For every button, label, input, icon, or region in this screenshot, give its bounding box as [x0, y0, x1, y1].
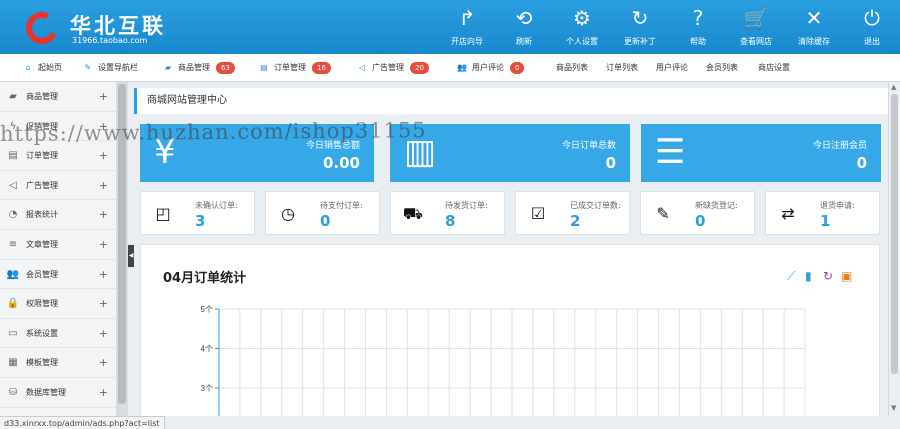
box-return-requests[interactable]: ⇄ 退货申请: 1: [765, 191, 880, 235]
sidebar-item-ads[interactable]: ◁ 广告管理 +: [0, 171, 116, 201]
checkbox-icon: ☑: [530, 204, 546, 223]
template-icon: ▦: [8, 357, 18, 369]
monitor-icon: ▭: [8, 327, 18, 339]
tool-guide-button[interactable]: ↱ 开店向导: [440, 6, 494, 47]
logo-mark-icon: [21, 7, 63, 49]
nav-user-comments[interactable]: 用户评论: [656, 54, 688, 82]
logo[interactable]: 华北互联 31966.taobao.com: [21, 7, 176, 49]
box-completed-orders[interactable]: ☑ 已成交订单数: 2: [515, 191, 630, 235]
orders-badge: 16: [312, 61, 331, 74]
page-scroll-thumb[interactable]: [891, 94, 898, 374]
expand-icon[interactable]: +: [99, 348, 108, 378]
speaker-icon: ◁: [9, 179, 17, 191]
y-tick-label: 4个: [201, 345, 213, 354]
return-icon: ⇄: [781, 204, 795, 223]
comments-badge: 0: [510, 61, 525, 74]
expand-icon[interactable]: +: [99, 378, 108, 408]
refresh-icon: ⟲: [515, 6, 533, 30]
expand-icon[interactable]: +: [99, 289, 108, 319]
nav-comments[interactable]: 👥 用户评论 0: [456, 54, 525, 82]
database-icon: ⛁: [8, 387, 18, 398]
sidebar-item-goods[interactable]: ▰ 商品管理 +: [0, 82, 116, 112]
status-url: d33.xinrxx.top/admin/ads.php?act=list: [0, 416, 165, 429]
home-icon: ⌂: [25, 63, 31, 72]
nav-home[interactable]: ⌂ 起始页: [22, 54, 62, 82]
users-icon: 👥: [6, 268, 20, 280]
goods-badge: 63: [216, 61, 235, 74]
clipboard-clock-icon: ◷: [281, 204, 295, 223]
nav-ads[interactable]: ◁ 广告管理 20: [356, 54, 429, 82]
sidebar-item-articles[interactable]: ≡ 文章管理 +: [0, 230, 116, 260]
lock-icon: 🔒: [6, 298, 20, 310]
nav-shop-setting[interactable]: 商店设置: [758, 54, 790, 82]
tool-settings-button[interactable]: ⚙ 个人设置: [555, 6, 609, 47]
nav-goods-list[interactable]: 商品列表: [556, 54, 588, 82]
sidebar-item-reports[interactable]: ◔ 报表统计 +: [0, 200, 116, 230]
nav-order-list[interactable]: 订单列表: [606, 54, 638, 82]
member-card-icon: ☰: [655, 132, 686, 172]
help-icon: ?: [692, 6, 704, 30]
update-icon: ↻: [631, 6, 649, 30]
list-icon: ≡: [8, 239, 18, 250]
clipboard-icon: ▤: [260, 63, 268, 72]
expand-icon[interactable]: +: [99, 141, 108, 171]
box-unpaid-orders[interactable]: ◷ 待支付订单: 0: [265, 191, 380, 235]
quick-nav-bar: ⌂ 起始页 ✎ 设置导航栏 ▰ 商品管理 63 ▤ 订单管理 16 ◁ 广告管理 20 👥 用户评…: [0, 54, 900, 82]
expand-icon[interactable]: +: [99, 82, 108, 112]
expand-icon[interactable]: +: [99, 171, 108, 201]
box-out-of-stock[interactable]: ✎ 新缺货登记: 0: [640, 191, 755, 235]
expand-icon[interactable]: +: [99, 260, 108, 290]
scroll-down-icon[interactable]: ▼: [891, 404, 896, 412]
sidebar-item-templates[interactable]: ▦ 模板管理 +: [0, 348, 116, 378]
nav-member-list[interactable]: 会员列表: [706, 54, 738, 82]
speaker-icon: ◁: [358, 63, 366, 72]
tool-clear-cache-button[interactable]: ✕ 清除缓存: [787, 6, 841, 47]
scroll-up-icon[interactable]: ▲: [891, 83, 896, 91]
cart-icon: 🛒: [743, 6, 769, 30]
watermark-text: https://www.huzhan.com/ishop31155: [0, 118, 427, 146]
expand-icon[interactable]: +: [99, 230, 108, 260]
order-chart-panel: 04月订单统计 ⟋ ▮ ↻ ▣ 5个4个3个2个: [140, 244, 880, 416]
tool-help-button[interactable]: ? 帮助: [671, 6, 725, 47]
tool-update-button[interactable]: ↻ 更新补丁: [613, 6, 667, 47]
page-title: 商城网站管理中心: [134, 88, 890, 114]
y-tick-label: 3个: [201, 384, 213, 393]
page-scrollbar[interactable]: ▲ ▼: [888, 82, 900, 416]
users-icon: 👥: [457, 63, 467, 72]
stat-today-members: ☰ 今日注册会员 0: [641, 124, 881, 182]
sidebar-item-members[interactable]: 👥 会员管理 +: [0, 260, 116, 290]
folder-icon: ▰: [9, 91, 17, 102]
logo-subtext: 31966.taobao.com: [72, 36, 148, 45]
square-icon: ◰: [155, 204, 171, 223]
sidebar-item-permissions[interactable]: 🔒 权限管理 +: [0, 289, 116, 319]
edit-icon: ✎: [84, 63, 92, 72]
box-unshipped-orders[interactable]: ⛟ 待发货订单: 8: [390, 191, 505, 235]
edit-icon: ✎: [656, 204, 670, 223]
y-tick-label: 5个: [201, 305, 213, 314]
box-unconfirmed-orders[interactable]: ◰ 未确认订单: 3: [140, 191, 255, 235]
expand-icon[interactable]: +: [99, 319, 108, 349]
gear-icon: ⚙: [573, 6, 591, 30]
sidebar-item-system[interactable]: ▭ 系统设置 +: [0, 319, 116, 349]
tool-refresh-button[interactable]: ⟲ 刷新: [497, 6, 551, 47]
truck-icon: ⛟: [402, 204, 424, 223]
nav-setting[interactable]: ✎ 设置导航栏: [82, 54, 138, 82]
top-header: 华北互联 31966.taobao.com ↱ 开店向导 ⟲ 刷新 ⚙ 个人设置 ↻ 更…: [0, 0, 900, 54]
pie-icon: ◔: [8, 209, 18, 221]
clear-cache-icon: ✕: [805, 6, 823, 30]
order-chart: 5个4个3个2个: [201, 305, 806, 416]
tool-logout-button[interactable]: ⏻ 退出: [845, 6, 899, 47]
nav-orders[interactable]: ▤ 订单管理 16: [258, 54, 331, 82]
goods-icon: ▰: [164, 63, 172, 72]
ads-badge: 20: [410, 61, 429, 74]
tool-view-shop-button[interactable]: 🛒 查看网店: [729, 6, 783, 47]
share-arrow-icon: ↱: [458, 6, 476, 30]
power-icon: ⏻: [864, 6, 880, 30]
sidebar-item-database[interactable]: ⛁ 数据库管理 +: [0, 378, 116, 408]
expand-icon[interactable]: +: [99, 200, 108, 230]
nav-goods[interactable]: ▰ 商品管理 63: [162, 54, 235, 82]
